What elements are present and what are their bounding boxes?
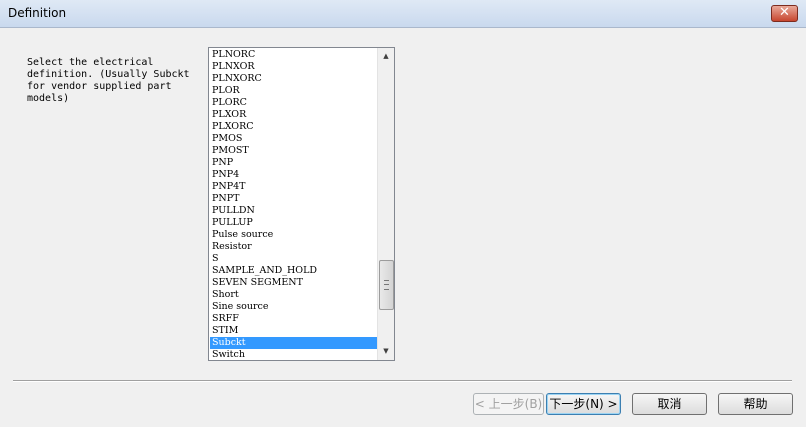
list-item[interactable]: PULLUP [210, 217, 378, 229]
list-item[interactable]: PNP [210, 157, 378, 169]
list-item[interactable]: Short [210, 289, 378, 301]
list-item[interactable]: Subckt [210, 337, 378, 349]
list-item[interactable]: Resistor [210, 241, 378, 253]
list-item[interactable]: PLNORC [210, 49, 378, 61]
separator [13, 380, 792, 382]
back-button[interactable]: < 上一步(B) [473, 393, 544, 415]
list-item[interactable]: PNPT [210, 193, 378, 205]
list-item[interactable]: PULLDN [210, 205, 378, 217]
grip-icon [384, 280, 389, 290]
next-button[interactable]: 下一步(N) > [546, 393, 621, 415]
list-item[interactable]: Sine source [210, 301, 378, 313]
list-item[interactable]: PLXORC [210, 121, 378, 133]
title-bar: Definition ✕ [0, 0, 806, 28]
cancel-button[interactable]: 取消 [632, 393, 707, 415]
triangle-up-icon: ▲ [383, 52, 389, 60]
list-item[interactable]: PNP4 [210, 169, 378, 181]
help-button[interactable]: 帮助 [718, 393, 793, 415]
list-item[interactable]: Switch [210, 349, 378, 360]
list-item[interactable]: Pulse source [210, 229, 378, 241]
list-item[interactable]: PMOST [210, 145, 378, 157]
list-item[interactable]: PNP4T [210, 181, 378, 193]
list-item[interactable]: PLOR [210, 85, 378, 97]
list-item[interactable]: SRFF [210, 313, 378, 325]
list-item[interactable]: PMOS [210, 133, 378, 145]
list-item[interactable]: SAMPLE_AND_HOLD [210, 265, 378, 277]
definition-list[interactable]: PLNORC PLNXOR PLNXORC PLOR PLORC PLXOR PLXORC P… [210, 49, 378, 360]
list-item[interactable]: PLNXORC [210, 73, 378, 85]
list-item[interactable]: S [210, 253, 378, 265]
scroll-thumb[interactable] [379, 260, 394, 310]
list-item[interactable]: PLORC [210, 97, 378, 109]
list-item[interactable]: SEVEN SEGMENT [210, 277, 378, 289]
close-button[interactable]: ✕ [771, 5, 798, 22]
scroll-down-button[interactable]: ▼ [378, 343, 394, 360]
triangle-down-icon: ▼ [383, 347, 389, 355]
close-icon: ✕ [779, 5, 790, 20]
list-item[interactable]: PLXOR [210, 109, 378, 121]
window-title: Definition [8, 6, 67, 20]
scroll-up-button[interactable]: ▲ [378, 48, 394, 65]
list-item[interactable]: STIM [210, 325, 378, 337]
vertical-scrollbar[interactable]: ▲ ▼ [377, 48, 394, 360]
definition-listbox[interactable]: PLNORC PLNXOR PLNXORC PLOR PLORC PLXOR PLXORC P… [208, 47, 395, 361]
prompt-label: Select the electrical definition. (Usual… [27, 57, 190, 104]
list-item[interactable]: PLNXOR [210, 61, 378, 73]
